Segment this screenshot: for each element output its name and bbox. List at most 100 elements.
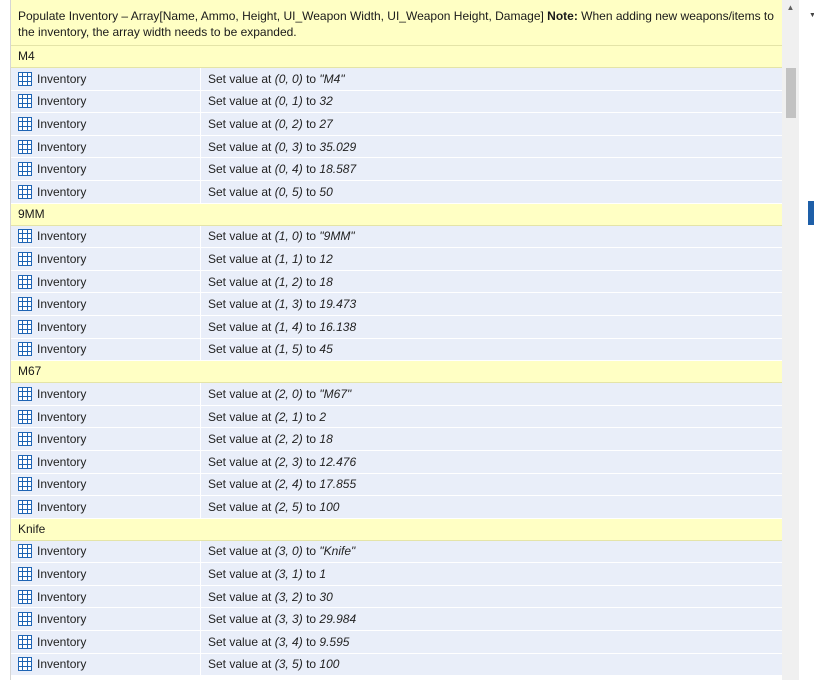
action-row[interactable]: Inventory Set value at (2, 4) to 17.855 <box>11 473 782 497</box>
action-row[interactable]: Inventory Set value at (0, 4) to 18.587 <box>11 158 782 181</box>
action-row[interactable]: Inventory Set value at (1, 1) to 12 <box>11 248 782 271</box>
action-description[interactable]: Set value at (2, 2) to 18 <box>201 432 782 446</box>
action-description[interactable]: Set value at (2, 4) to 17.855 <box>201 477 782 491</box>
action-index: (2, 3) <box>274 454 303 469</box>
action-row[interactable]: Inventory Set value at (1, 2) to 18 <box>11 270 782 294</box>
action-object-cell[interactable]: Inventory <box>11 631 201 653</box>
action-row[interactable]: Inventory Set value at (0, 1) to 32 <box>11 90 782 114</box>
action-row[interactable]: Inventory Set value at (0, 3) to 35.029 <box>11 135 782 159</box>
action-description[interactable]: Set value at (2, 5) to 100 <box>201 500 782 514</box>
action-object-cell[interactable]: Inventory <box>11 496 201 518</box>
action-description[interactable]: Set value at (2, 3) to 12.476 <box>201 455 782 469</box>
action-object-cell[interactable]: Inventory <box>11 68 201 90</box>
action-description[interactable]: Set value at (2, 0) to "M67" <box>201 387 782 401</box>
action-description[interactable]: Set value at (3, 2) to 30 <box>201 590 782 604</box>
action-object-cell[interactable]: Inventory <box>11 405 201 428</box>
group-header[interactable]: M67 <box>11 361 782 384</box>
action-object-cell[interactable]: Inventory <box>11 563 201 585</box>
action-index: (0, 5) <box>274 184 303 199</box>
action-description[interactable]: Set value at (0, 0) to "M4" <box>201 72 782 86</box>
action-description[interactable]: Set value at (0, 5) to 50 <box>201 185 782 199</box>
action-object-cell[interactable]: Inventory <box>11 270 201 293</box>
group-header[interactable]: M4 <box>11 46 782 68</box>
action-row[interactable]: Inventory Set value at (0, 2) to 27 <box>11 113 782 136</box>
scrollbar-thumb[interactable] <box>786 68 796 118</box>
action-row[interactable]: Inventory Set value at (1, 3) to 19.473 <box>11 293 782 316</box>
action-object-cell[interactable]: Inventory <box>11 428 201 450</box>
action-object-cell[interactable]: Inventory <box>11 383 201 405</box>
group-header[interactable]: 9MM <box>11 203 782 226</box>
action-row[interactable]: Inventory Set value at (3, 2) to 30 <box>11 585 782 609</box>
action-description[interactable]: Set value at (1, 4) to 16.138 <box>201 320 782 334</box>
action-object-cell[interactable]: Inventory <box>11 180 201 203</box>
action-object-name: Inventory <box>37 454 87 469</box>
action-row[interactable]: Inventory Set value at (1, 5) to 45 <box>11 338 782 362</box>
action-object-cell[interactable]: Inventory <box>11 473 201 496</box>
action-text: Set value at <box>208 71 275 86</box>
action-description[interactable]: Set value at (3, 4) to 9.595 <box>201 635 782 649</box>
action-value: 1 <box>319 567 327 582</box>
action-row[interactable]: Inventory Set value at (2, 1) to 2 <box>11 405 782 429</box>
action-description[interactable]: Set value at (1, 0) to "9MM" <box>201 229 782 243</box>
action-row[interactable]: Inventory Set value at (1, 0) to "9MM" <box>11 225 782 249</box>
action-object-cell[interactable]: Inventory <box>11 90 201 113</box>
action-index: (0, 4) <box>274 162 303 177</box>
action-index: (1, 0) <box>274 229 303 244</box>
action-object-cell[interactable]: Inventory <box>11 608 201 631</box>
action-description[interactable]: Set value at (2, 1) to 2 <box>201 410 782 424</box>
action-text: Set value at <box>208 184 275 199</box>
action-description[interactable]: Set value at (1, 1) to 12 <box>201 252 782 266</box>
action-object-cell[interactable]: Inventory <box>11 293 201 315</box>
action-description[interactable]: Set value at (3, 0) to "Knife" <box>201 544 782 558</box>
action-object-cell[interactable]: Inventory <box>11 540 201 563</box>
group-header[interactable]: Knife <box>11 518 782 541</box>
action-row[interactable]: Inventory Set value at (0, 0) to "M4" <box>11 68 782 91</box>
action-object-cell[interactable]: Inventory <box>11 450 201 473</box>
action-object-cell[interactable]: Inventory <box>11 338 201 361</box>
action-row[interactable]: Inventory Set value at (1, 4) to 16.138 <box>11 315 782 339</box>
action-value: 29.984 <box>319 612 357 627</box>
vertical-scrollbar[interactable]: ▲ <box>782 0 799 680</box>
action-object-cell[interactable]: Inventory <box>11 653 201 676</box>
action-row[interactable]: Inventory Set value at (2, 0) to "M67" <box>11 383 782 406</box>
action-description[interactable]: Set value at (0, 3) to 35.029 <box>201 140 782 154</box>
action-description[interactable]: Set value at (3, 1) to 1 <box>201 567 782 581</box>
action-object-name: Inventory <box>37 162 87 177</box>
action-row[interactable]: Inventory Set value at (3, 5) to 100 <box>11 653 782 677</box>
action-description[interactable]: Set value at (3, 5) to 100 <box>201 657 782 671</box>
action-object-cell[interactable]: Inventory <box>11 113 201 135</box>
action-description[interactable]: Set value at (1, 5) to 45 <box>201 342 782 356</box>
array-grid-icon <box>18 409 32 424</box>
action-row[interactable]: Inventory Set value at (0, 5) to 50 <box>11 180 782 204</box>
action-object-cell[interactable]: Inventory <box>11 315 201 338</box>
action-row[interactable]: Inventory Set value at (3, 4) to 9.595 <box>11 631 782 654</box>
action-value: 19.473 <box>319 297 357 312</box>
action-object-cell[interactable]: Inventory <box>11 158 201 180</box>
action-object-cell[interactable]: Inventory <box>11 225 201 248</box>
action-description[interactable]: Set value at (1, 2) to 18 <box>201 275 782 289</box>
action-description[interactable]: Set value at (0, 4) to 18.587 <box>201 162 782 176</box>
action-row[interactable]: Inventory Set value at (3, 0) to "Knife" <box>11 540 782 564</box>
action-description[interactable]: Set value at (0, 1) to 32 <box>201 94 782 108</box>
action-row[interactable]: Inventory Set value at (3, 1) to 1 <box>11 563 782 586</box>
array-grid-icon <box>18 634 32 649</box>
action-index: (0, 2) <box>274 116 303 131</box>
action-row[interactable]: Inventory Set value at (2, 5) to 100 <box>11 496 782 519</box>
side-panel-tab[interactable] <box>808 201 814 225</box>
action-object-cell[interactable]: Inventory <box>11 135 201 158</box>
action-description[interactable]: Set value at (1, 3) to 19.473 <box>201 297 782 311</box>
action-row[interactable]: Inventory Set value at (2, 3) to 12.476 <box>11 450 782 474</box>
action-object-cell[interactable]: Inventory <box>11 248 201 270</box>
action-index: (1, 5) <box>274 342 303 357</box>
action-row[interactable]: Inventory Set value at (3, 3) to 29.984 <box>11 608 782 632</box>
action-description[interactable]: Set value at (3, 3) to 29.984 <box>201 612 782 626</box>
action-description[interactable]: Set value at (0, 2) to 27 <box>201 117 782 131</box>
chevron-down-icon[interactable]: ▼ <box>809 12 814 19</box>
action-text: Set value at <box>208 589 275 604</box>
comment-block[interactable]: Populate Inventory – Array[Name, Ammo, H… <box>11 0 782 46</box>
action-object-cell[interactable]: Inventory <box>11 585 201 608</box>
action-index: (1, 4) <box>274 319 303 334</box>
scroll-up-arrow-icon[interactable]: ▲ <box>782 0 799 14</box>
action-index: (0, 0) <box>274 71 303 86</box>
action-row[interactable]: Inventory Set value at (2, 2) to 18 <box>11 428 782 451</box>
